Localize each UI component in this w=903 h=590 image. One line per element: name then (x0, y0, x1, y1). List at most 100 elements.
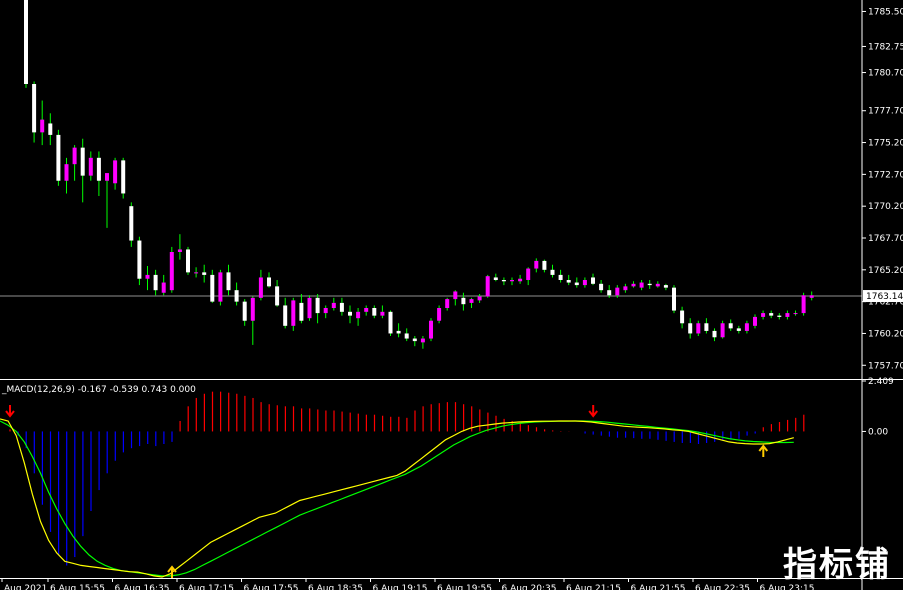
candle-body (275, 286, 280, 306)
candle-body (145, 274, 150, 279)
candle-body (226, 272, 231, 291)
time-tick-label: 6 Aug 21:15 (566, 584, 621, 590)
candle-body (501, 280, 506, 282)
candle-body (429, 320, 433, 339)
candle-body (202, 272, 207, 275)
candle-body (534, 260, 539, 269)
price-tick-label: 1760.20 (868, 329, 903, 339)
time-tick-label: 6 Aug 19:15 (373, 584, 428, 590)
candle-body (315, 297, 320, 314)
candle-body (599, 283, 604, 291)
candle-body (404, 333, 409, 339)
candle-body (64, 164, 69, 181)
candle-body (372, 308, 377, 316)
candle-body (477, 296, 482, 301)
candle-body (744, 323, 749, 331)
candle-body (105, 173, 109, 181)
price-tick-label: 1782.75 (868, 42, 903, 52)
candle-body (96, 157, 101, 181)
candle-body (445, 299, 450, 308)
candle-body (40, 119, 45, 133)
candle-body (526, 268, 531, 280)
candle-body (186, 249, 190, 273)
sell-arrow-icon (5, 405, 15, 418)
candle-body (696, 323, 701, 334)
price-tick-label: 1775.20 (868, 139, 903, 149)
time-tick-label: 6 Aug 17:15 (179, 584, 234, 590)
price-tick-label: 1767.70 (868, 234, 903, 244)
buy-arrow-icon (758, 444, 769, 457)
time-tick-label: 6 Aug 15:55 (50, 584, 105, 590)
price-tick-label: 1777.70 (868, 107, 903, 117)
macd-pane: _MACD(12,26,9) -0.167 -0.539 0.743 0.000 (0, 385, 805, 578)
candle-body (461, 297, 466, 305)
candle-body (177, 249, 182, 252)
time-tick-label: 6 Aug 16:35 (115, 584, 170, 590)
candle-body (761, 313, 766, 317)
candle-body (169, 252, 174, 291)
candle-body (453, 291, 458, 300)
candle-body (129, 206, 134, 241)
candle-body (704, 323, 709, 331)
candle-body (153, 274, 158, 291)
candle-body (655, 283, 660, 287)
candle-body (777, 315, 782, 317)
candle-body (469, 299, 474, 303)
macd-signal-line (0, 420, 794, 577)
macd-tick-label: 2.409 (868, 377, 894, 387)
candle-body (680, 310, 685, 324)
candle-body (591, 277, 595, 284)
candle-body (801, 295, 806, 314)
candle-body (736, 328, 741, 331)
candle-body (258, 277, 263, 298)
candle-body (250, 297, 255, 321)
macd-label: _MACD(12,26,9) -0.167 -0.539 0.743 0.000 (1, 385, 196, 395)
candle-body (623, 286, 628, 291)
candle-body (88, 157, 93, 176)
candle-body (542, 260, 547, 270)
candle-body (380, 311, 385, 316)
candle-body (437, 308, 442, 321)
macd-main-line (0, 418, 794, 578)
candle-body (672, 287, 676, 311)
candle-body (210, 274, 215, 302)
candle-body (137, 240, 142, 279)
candle-body (234, 290, 239, 302)
time-tick-label: 6 Aug 22:35 (695, 584, 750, 590)
time-tick-label: 6 Aug 19:55 (437, 584, 492, 590)
candle-body (420, 338, 425, 343)
price-tick-label: 1757.70 (868, 361, 903, 371)
watermark-logo: 指标铺 (783, 545, 891, 585)
candle-body (558, 274, 563, 280)
candle-body (218, 272, 223, 302)
time-tick-label: Aug 2021 (4, 584, 47, 590)
time-tick-label: 6 Aug 17:55 (244, 584, 299, 590)
candle-body (364, 308, 369, 312)
candle-body (121, 160, 126, 194)
candle-body (56, 134, 61, 181)
price-tick-label: 1780.70 (868, 69, 903, 79)
price-pane (0, 0, 862, 349)
candle-body (769, 313, 774, 316)
candle-body (485, 276, 490, 297)
candle-body (291, 300, 296, 326)
candle-body (348, 311, 352, 316)
candle-body (356, 311, 361, 319)
price-tick-label: 1772.70 (868, 170, 903, 180)
candle-body (720, 323, 725, 338)
candle-body (72, 147, 77, 165)
candle-body (607, 290, 612, 296)
candle-body (388, 311, 393, 334)
candle-body (283, 305, 288, 326)
candle-body (339, 302, 344, 312)
candle-body (688, 323, 693, 334)
candle-body (242, 301, 247, 321)
candle-body (24, 0, 28, 85)
candle-body (323, 308, 328, 314)
candle-body (32, 84, 37, 133)
price-tick-label: 1765.20 (868, 266, 903, 276)
candle-body (307, 297, 312, 319)
candle-body (331, 302, 336, 308)
candle-body (113, 160, 118, 184)
candle-body (518, 278, 523, 282)
